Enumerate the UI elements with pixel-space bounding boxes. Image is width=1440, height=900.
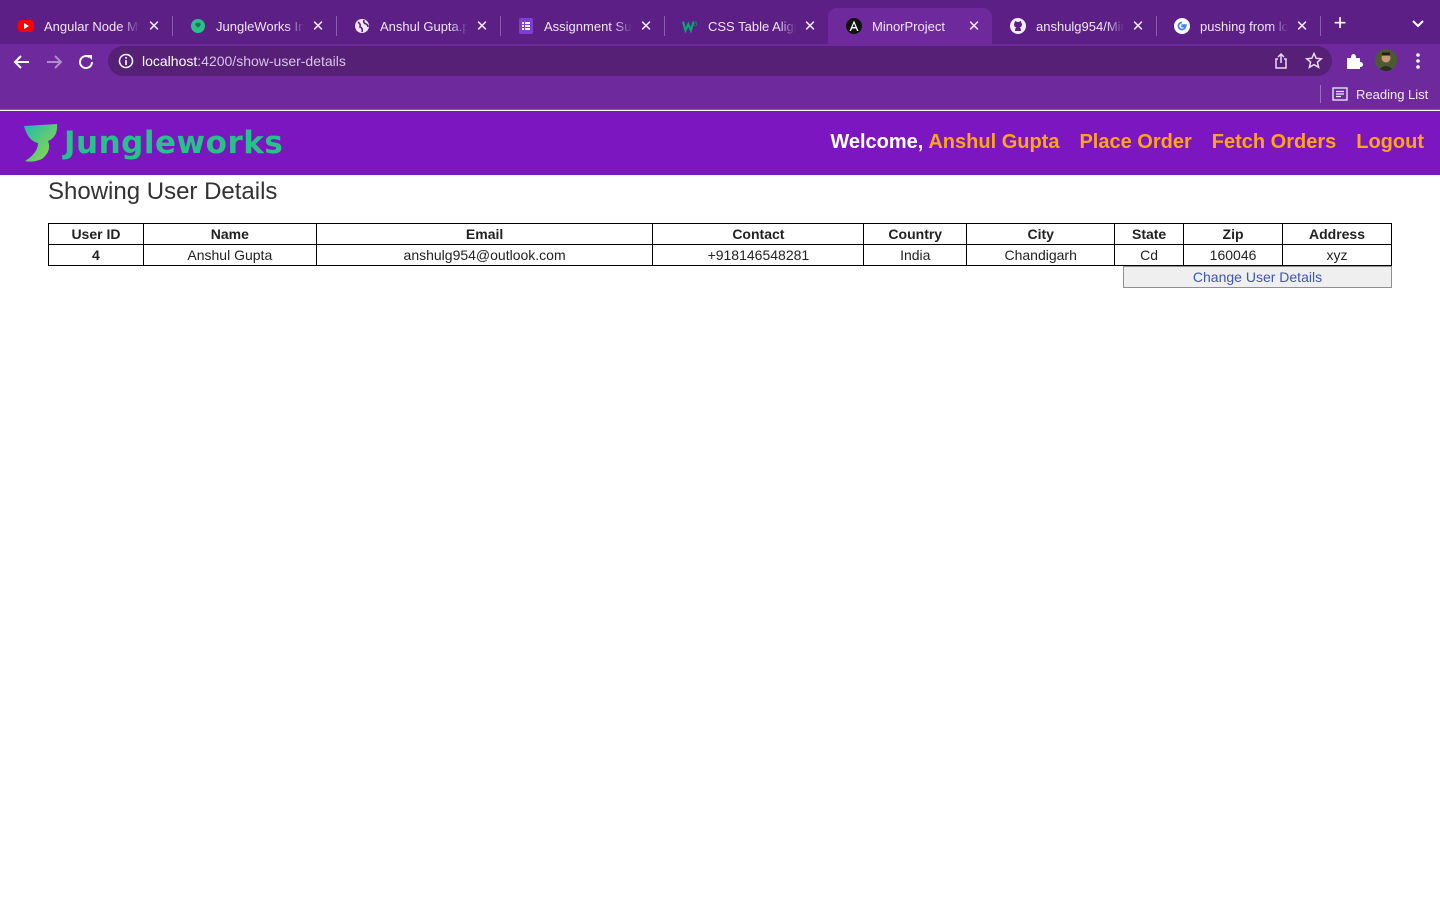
cell-address: xyz — [1282, 244, 1392, 266]
forward-arrow-icon[interactable] — [40, 48, 68, 76]
column-header-email: Email — [315, 223, 654, 245]
globe-icon — [354, 18, 370, 34]
column-header-name: Name — [142, 223, 317, 245]
browser-tab[interactable]: 3 CSS Table Alignment ✕ — [664, 8, 828, 44]
angular-icon — [846, 18, 862, 34]
bookmarks-divider — [1320, 85, 1321, 103]
browser-tab[interactable]: Assignment Submission ✕ — [500, 8, 664, 44]
browser-tab-strip: Angular Node MySQL ✕ JungleWorks Intervi… — [0, 0, 1440, 44]
close-tab-icon[interactable]: ✕ — [474, 17, 490, 35]
app-header: Jungleworks Welcome, Anshul Gupta Place … — [0, 111, 1440, 175]
user-name[interactable]: Anshul Gupta — [928, 131, 1059, 154]
tab-title: CSS Table Alignment — [708, 18, 796, 34]
cell-country: India — [863, 244, 968, 266]
column-header-contact: Contact — [652, 223, 865, 245]
tab-title: anshulg954/MinorProject — [1036, 18, 1124, 34]
url-host: localhost — [142, 53, 198, 69]
jungleworks-icon — [190, 18, 206, 34]
browser-tab[interactable]: anshulg954/MinorProject ✕ — [992, 8, 1156, 44]
column-header-user-id: User ID — [48, 223, 144, 245]
forms-icon — [518, 18, 534, 34]
back-arrow-icon[interactable] — [8, 48, 36, 76]
table-header-row: User ID Name Email Contact Country City … — [48, 223, 1392, 245]
url-path: :4200/show-user-details — [197, 53, 346, 69]
table-row: 4 Anshul Gupta anshulg954@outlook.com +9… — [48, 244, 1392, 266]
column-header-city: City — [966, 223, 1116, 245]
column-header-state: State — [1114, 223, 1185, 245]
w3schools-icon: 3 — [682, 18, 698, 34]
extensions-puzzle-icon[interactable] — [1343, 50, 1365, 72]
close-tab-icon[interactable]: ✕ — [310, 17, 326, 35]
share-icon[interactable] — [1272, 52, 1290, 70]
site-info-icon[interactable] — [118, 53, 134, 69]
user-details-table: User ID Name Email Contact Country City … — [48, 223, 1392, 266]
close-tab-icon[interactable]: ✕ — [638, 17, 654, 35]
close-tab-icon[interactable]: ✕ — [1294, 17, 1310, 35]
cell-zip: 160046 — [1183, 244, 1283, 266]
cell-email: anshulg954@outlook.com — [315, 244, 654, 266]
url-text[interactable]: localhost:4200/show-user-details — [142, 53, 346, 69]
close-tab-icon[interactable]: ✕ — [966, 17, 982, 35]
cell-user-id: 4 — [48, 244, 144, 266]
jungleworks-logo[interactable]: Jungleworks — [22, 123, 283, 163]
tab-title: Angular Node MySQL — [44, 18, 140, 34]
column-header-zip: Zip — [1183, 223, 1283, 245]
cell-contact: +918146548281 — [652, 244, 865, 266]
reading-list-icon — [1332, 87, 1348, 101]
browser-toolbar: localhost:4200/show-user-details — [0, 44, 1440, 78]
browser-tab[interactable]: pushing from local ✕ — [1156, 8, 1320, 44]
tab-title: Anshul Gupta.pdf — [380, 18, 468, 34]
logout-link[interactable]: Logout — [1356, 131, 1424, 154]
bookmark-star-icon[interactable] — [1304, 51, 1324, 71]
tab-divider — [1320, 16, 1321, 36]
new-tab-icon[interactable]: + — [1328, 12, 1352, 36]
browser-menu-icon[interactable] — [1408, 50, 1428, 72]
reading-list-label: Reading List — [1356, 86, 1429, 102]
jungleworks-leaf-icon — [24, 124, 58, 162]
close-tab-icon[interactable]: ✕ — [146, 17, 162, 35]
bookmarks-bar: Reading List — [0, 78, 1440, 110]
browser-tab[interactable]: JungleWorks Interview ✕ — [172, 8, 336, 44]
tab-title: MinorProject — [872, 18, 945, 34]
browser-tab-active[interactable]: MinorProject ✕ — [828, 8, 992, 44]
close-tab-icon[interactable]: ✕ — [802, 17, 818, 35]
logo-text: Jungleworks — [64, 125, 284, 161]
github-icon — [1010, 18, 1026, 34]
tab-title: pushing from local — [1200, 18, 1288, 34]
browser-tab[interactable]: Anshul Gupta.pdf ✕ — [336, 8, 500, 44]
browser-tab[interactable]: Angular Node MySQL ✕ — [0, 8, 172, 44]
welcome-label: Welcome, — [830, 131, 924, 153]
column-header-country: Country — [863, 223, 968, 245]
profile-avatar[interactable] — [1375, 49, 1397, 71]
address-bar[interactable]: localhost:4200/show-user-details — [108, 46, 1332, 76]
reload-icon[interactable] — [72, 48, 100, 76]
close-tab-icon[interactable]: ✕ — [1130, 17, 1146, 35]
svg-text:3: 3 — [694, 21, 698, 28]
google-icon — [1174, 18, 1190, 34]
change-user-details-button[interactable]: Change User Details — [1123, 266, 1392, 288]
reading-list-button[interactable]: Reading List — [1332, 84, 1428, 104]
tab-search-chevron-icon[interactable] — [1406, 12, 1430, 36]
header-nav: Welcome, Anshul Gupta Place Order Fetch … — [830, 131, 1424, 154]
tab-title: Assignment Submission — [544, 18, 632, 34]
youtube-icon — [18, 18, 34, 34]
column-header-address: Address — [1282, 223, 1392, 245]
page-title: Showing User Details — [48, 178, 278, 205]
fetch-orders-link[interactable]: Fetch Orders — [1212, 131, 1336, 154]
tab-title: JungleWorks Interview — [216, 18, 304, 34]
cell-city: Chandigarh — [966, 244, 1116, 266]
cell-name: Anshul Gupta — [142, 244, 317, 266]
place-order-link[interactable]: Place Order — [1079, 131, 1191, 154]
cell-state: Cd — [1114, 244, 1185, 266]
